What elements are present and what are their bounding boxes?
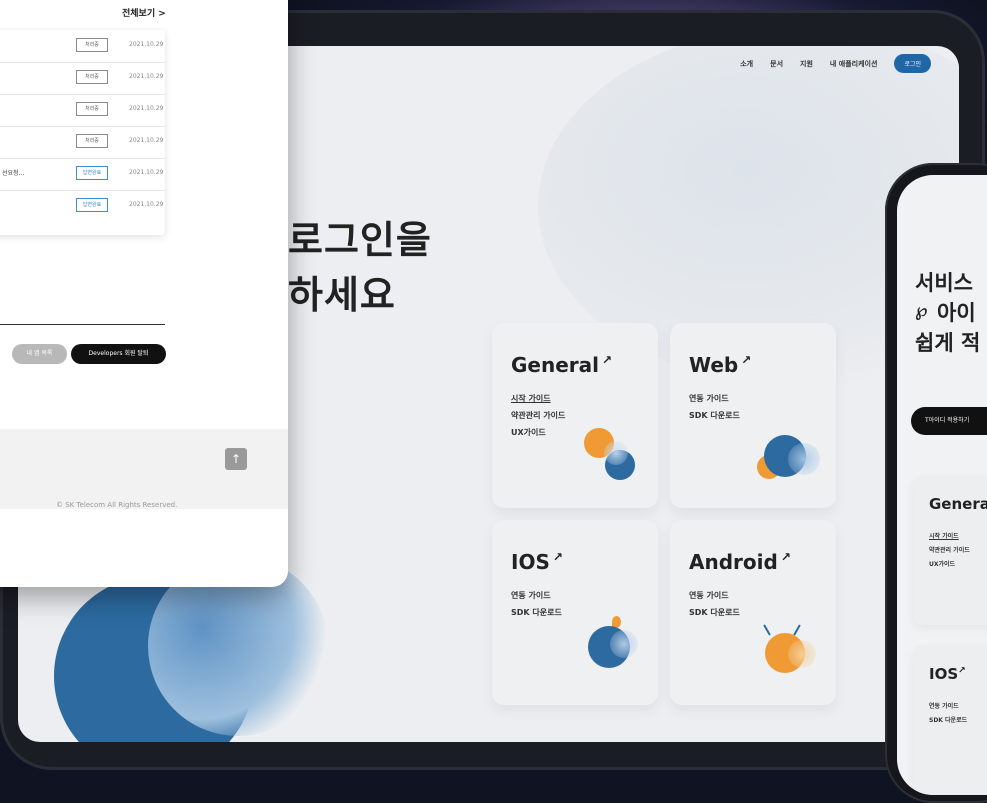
status-badge: 처리중 xyxy=(76,134,108,148)
link-terms-guide[interactable]: 약관관리 가이드 xyxy=(511,410,565,421)
link-sdk-download[interactable]: SDK 다운로드 xyxy=(511,607,562,618)
phone-device: 서비스 아이 ℘ 쉽게 적 T아이디 적용하기 Genera 시작 가이드 약관… xyxy=(885,163,987,803)
phone-card-ios-links: 연동 가이드 SDK 다운로드 xyxy=(929,701,967,729)
phone-card-ios-title: IOS↗ xyxy=(929,665,966,683)
status-badge: 답변완료 xyxy=(76,198,108,212)
item-date: 2021.10.29 xyxy=(129,137,164,144)
glass-ball-icon xyxy=(604,441,628,465)
arrow-up-right-icon: ↗ xyxy=(958,666,966,676)
list-item[interactable]: 처리중 2021.10.29 xyxy=(0,94,165,127)
t-logo-icon: ℘ xyxy=(915,300,928,321)
arrow-up-right-icon: ↗ xyxy=(741,353,752,368)
card-general-title-text: General xyxy=(511,353,599,377)
link-sdk-download[interactable]: SDK 다운로드 xyxy=(929,715,967,724)
arrow-up-right-icon: ↗ xyxy=(780,550,791,565)
phone-title-line-3: 쉽게 적 xyxy=(915,331,981,355)
android-antenna-icon xyxy=(763,624,771,636)
inquiry-panel: 전체보기 > 처리중 2021.10.29 처리중 2021.10.29 처리중… xyxy=(0,0,288,587)
login-button[interactable]: 로그인 xyxy=(894,54,931,73)
link-integration-guide[interactable]: 연동 가이드 xyxy=(689,393,740,404)
list-item[interactable]: 처리중 2021.10.29 xyxy=(0,62,165,95)
list-item[interactable]: 선요청... 답변완료 2021.10.29 xyxy=(0,158,165,191)
copyright-text: © SK Telecom All Rights Reserved. xyxy=(56,501,178,509)
phone-card-general-title: Genera xyxy=(929,495,987,513)
status-badge: 처리중 xyxy=(76,70,108,84)
status-badge: 처리중 xyxy=(76,102,108,116)
see-all-link[interactable]: 전체보기 > xyxy=(122,6,166,19)
link-integration-guide[interactable]: 연동 가이드 xyxy=(929,701,967,710)
card-general-links: 시작 가이드 약관관리 가이드 UX가이드 xyxy=(511,393,565,444)
divider xyxy=(0,324,165,325)
item-date: 2021.10.29 xyxy=(129,41,164,48)
list-item[interactable]: 처리중 2021.10.29 xyxy=(0,126,165,159)
card-android-title-text: Android xyxy=(689,550,778,574)
phone-card-ios-title-text: IOS xyxy=(929,665,959,683)
status-badge: 처리중 xyxy=(76,38,108,52)
card-android[interactable]: Android ↗ 연동 가이드 SDK 다운로드 xyxy=(670,520,836,705)
list-item[interactable]: 답변완료 2021.10.29 xyxy=(0,190,165,222)
card-web-title: Web ↗ xyxy=(689,353,751,377)
link-start-guide[interactable]: 시작 가이드 xyxy=(929,531,970,540)
card-web-links: 연동 가이드 SDK 다운로드 xyxy=(689,393,740,427)
headline-line-2: 하세요 xyxy=(288,273,396,317)
phone-title-line-2: 아이 xyxy=(937,301,976,325)
list-item[interactable]: 처리중 2021.10.29 xyxy=(0,30,165,63)
phone-screen: 서비스 아이 ℘ 쉽게 적 T아이디 적용하기 Genera 시작 가이드 약관… xyxy=(897,175,987,795)
card-ios[interactable]: IOS ↗ 연동 가이드 SDK 다운로드 xyxy=(492,520,658,705)
card-ios-title-text: IOS xyxy=(511,550,550,574)
card-general-title: General ↗ xyxy=(511,353,612,377)
my-app-list-button[interactable]: 내 앱 목록 xyxy=(12,344,67,364)
link-integration-guide[interactable]: 연동 가이드 xyxy=(511,590,562,601)
nav-item-docs[interactable]: 문서 xyxy=(770,59,783,69)
item-date: 2021.10.29 xyxy=(129,73,164,80)
android-antenna-icon xyxy=(793,624,801,636)
item-date: 2021.10.29 xyxy=(129,105,164,112)
status-badge: 답변완료 xyxy=(76,166,108,180)
top-nav: 소개 문서 지원 내 애플리케이션 로그인 xyxy=(740,54,931,73)
headline-line-1: 로그인을 xyxy=(288,218,432,262)
card-web-title-text: Web xyxy=(689,353,739,377)
glass-ball-icon xyxy=(788,640,816,668)
arrow-up-icon: ↑ xyxy=(230,452,242,466)
nav-item-my-apps[interactable]: 내 애플리케이션 xyxy=(830,59,878,69)
link-sdk-download[interactable]: SDK 다운로드 xyxy=(689,607,740,618)
item-title: 선요청... xyxy=(2,170,25,177)
card-ios-links: 연동 가이드 SDK 다운로드 xyxy=(511,590,562,624)
link-start-guide[interactable]: 시작 가이드 xyxy=(511,393,565,404)
nav-item-support[interactable]: 지원 xyxy=(800,59,813,69)
card-android-links: 연동 가이드 SDK 다운로드 xyxy=(689,590,740,624)
arrow-up-right-icon: ↗ xyxy=(552,550,563,565)
nav-item-intro[interactable]: 소개 xyxy=(740,59,753,69)
link-terms-guide[interactable]: 약관관리 가이드 xyxy=(929,545,970,554)
phone-card-general[interactable]: Genera 시작 가이드 약관관리 가이드 UX가이드 xyxy=(913,475,987,625)
phone-title-line-1: 서비스 xyxy=(915,271,973,295)
link-sdk-download[interactable]: SDK 다운로드 xyxy=(689,410,740,421)
item-date: 2021.10.29 xyxy=(129,201,164,208)
link-ux-guide[interactable]: UX가이드 xyxy=(929,559,970,568)
link-integration-guide[interactable]: 연동 가이드 xyxy=(689,590,740,601)
glass-ball-icon xyxy=(788,443,820,475)
scroll-top-button[interactable]: ↑ xyxy=(225,448,247,470)
phone-card-ios[interactable]: IOS↗ 연동 가이드 SDK 다운로드 xyxy=(913,645,987,795)
card-ios-title: IOS ↗ xyxy=(511,550,563,574)
card-web[interactable]: Web ↗ 연동 가이드 SDK 다운로드 xyxy=(670,323,836,508)
card-android-title: Android ↗ xyxy=(689,550,791,574)
apply-tid-button[interactable]: T아이디 적용하기 xyxy=(911,407,987,435)
item-date: 2021.10.29 xyxy=(129,169,164,176)
phone-card-general-links: 시작 가이드 약관관리 가이드 UX가이드 xyxy=(929,531,970,573)
withdraw-button[interactable]: Developers 회원 탈퇴 xyxy=(71,344,166,364)
card-general[interactable]: General ↗ 시작 가이드 약관관리 가이드 UX가이드 xyxy=(492,323,658,508)
link-ux-guide[interactable]: UX가이드 xyxy=(511,427,565,438)
glass-ball-icon xyxy=(610,630,638,658)
arrow-up-right-icon: ↗ xyxy=(602,353,613,368)
